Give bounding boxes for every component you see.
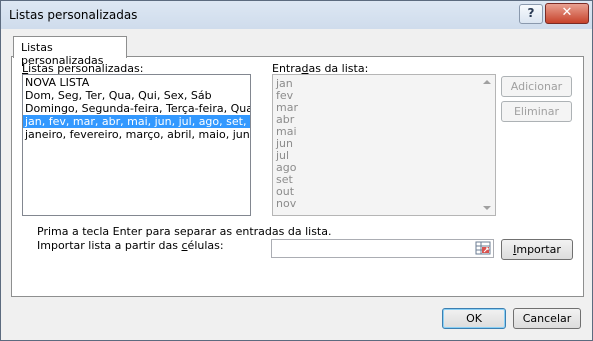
list-item-selected[interactable]: jan, fev, mar, abr, mai, jun, jul, ago, … [23, 115, 250, 128]
list-entries-textarea[interactable]: jan fev mar abr mai jun jul ago set out … [272, 74, 496, 216]
tab-label: Listas personalizadas [21, 41, 104, 67]
range-picker-icon[interactable] [475, 241, 491, 255]
delete-button[interactable]: Eliminar [501, 101, 572, 122]
cancel-button[interactable]: Cancelar [513, 308, 581, 329]
list-item[interactable]: Dom, Seg, Ter, Qua, Qui, Sex, Sáb [25, 89, 212, 102]
import-range-input[interactable] [271, 239, 494, 258]
custom-lists-listbox[interactable]: NOVA LISTA Dom, Seg, Ter, Qua, Qui, Sex,… [22, 74, 251, 216]
list-item[interactable]: janeiro, fevereiro, março, abril, maio, … [25, 128, 250, 141]
close-button[interactable]: ✕ [545, 3, 589, 24]
list-item[interactable]: NOVA LISTA [25, 76, 89, 89]
entry-item: nov [276, 197, 297, 210]
entries-scrollbar[interactable] [479, 75, 495, 215]
scroll-down-arrow-icon[interactable] [483, 206, 491, 210]
help-button[interactable]: ? [519, 4, 543, 24]
import-button[interactable]: Importar [501, 239, 573, 260]
dialog-window: Listas personalizadas ? ✕ Listas persona… [0, 0, 593, 341]
list-item[interactable]: Domingo, Segunda-feira, Terça-feira, Qua… [25, 102, 250, 115]
scroll-up-arrow-icon[interactable] [483, 80, 491, 84]
add-button[interactable]: Adicionar [501, 76, 572, 97]
title-bar: Listas personalizadas ? ✕ [1, 1, 592, 29]
ok-button[interactable]: OK [442, 308, 506, 329]
tab-custom-lists[interactable]: Listas personalizadas [13, 36, 127, 67]
dialog-title: Listas personalizadas [9, 8, 138, 22]
import-label: Importar lista a partir das células: [37, 239, 224, 252]
hint-text: Prima a tecla Enter para separar as entr… [37, 225, 332, 238]
